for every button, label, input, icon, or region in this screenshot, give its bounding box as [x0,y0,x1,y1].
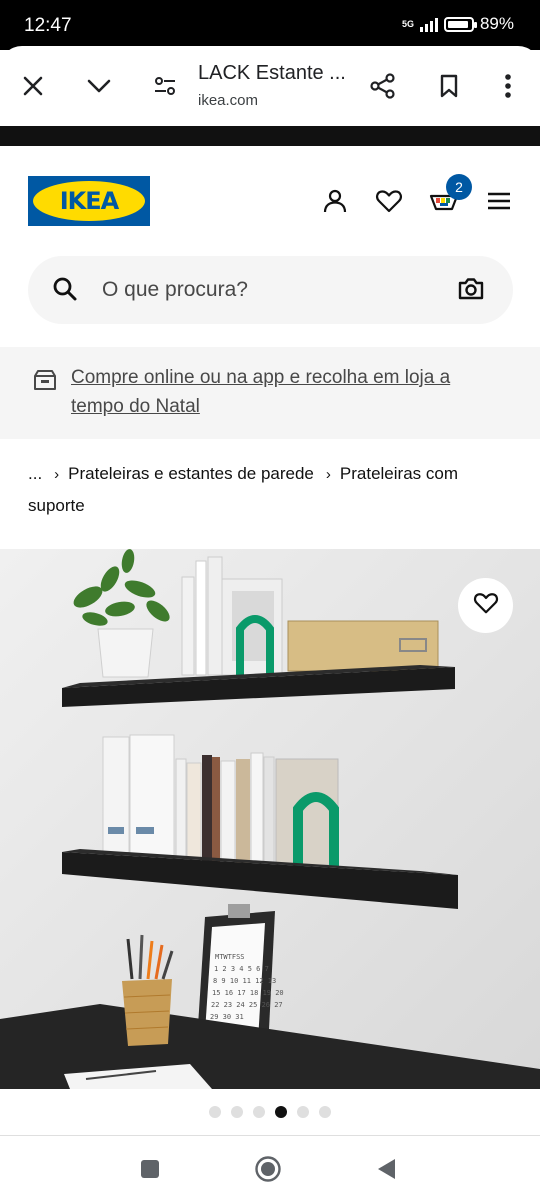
status-bar: 12:47 5G 89% [0,0,540,50]
cart-count-badge[interactable]: 2 [446,174,472,200]
promo-link[interactable]: Compre online ou na app e recolha em loj… [71,363,501,421]
breadcrumb-item-wall-shelves[interactable]: Prateleiras e estantes de parede [68,464,314,483]
page-url[interactable]: ikea.com [198,92,258,109]
logo-text: IKEA [59,187,119,215]
status-time: 12:47 [24,15,72,36]
home-icon[interactable] [253,1154,283,1184]
gallery-dot[interactable] [275,1106,287,1118]
gallery-dot[interactable] [209,1106,221,1118]
browser-toolbar: LACK Estante ... ikea.com [0,46,540,126]
chevron-down-icon[interactable] [83,70,115,102]
promo-banner: Compre online ou na app e recolha em loj… [0,347,540,439]
svg-text:29 30 31: 29 30 31 [210,1013,244,1021]
signal-icon [419,16,438,32]
site-top-band [0,126,540,146]
menu-icon[interactable] [484,186,514,216]
gallery-dot[interactable] [231,1106,243,1118]
battery-icon [443,16,477,32]
product-photo: MTWTFSS 1 2 3 4 5 6 7 8 9 10 11 12 13 15… [0,549,540,1089]
heart-icon[interactable] [374,186,404,216]
network-type: 5G [401,18,414,29]
heart-icon [473,591,499,620]
person-icon[interactable] [320,186,350,216]
search-placeholder[interactable]: O que procura? [102,278,248,302]
svg-text:15 16 17 18 19 20: 15 16 17 18 19 20 [212,989,284,997]
back-icon[interactable] [371,1154,401,1184]
page-info-icon[interactable] [149,70,181,102]
chevron-right-icon: › [325,466,331,483]
gallery-dot[interactable] [319,1106,331,1118]
bookmark-icon[interactable] [433,70,465,102]
svg-text:1 2 3 4 5 6 7: 1 2 3 4 5 6 7 [214,965,269,973]
svg-text:MTWTFSS: MTWTFSS [215,953,245,961]
page-title[interactable]: LACK Estante ... [198,62,346,85]
product-image[interactable]: MTWTFSS 1 2 3 4 5 6 7 8 9 10 11 12 13 15… [0,549,540,1089]
system-nav-bar [0,1136,540,1200]
svg-text:22 23 24 25 26 27: 22 23 24 25 26 27 [211,1001,283,1009]
favorite-button[interactable] [458,578,513,633]
more-vert-icon[interactable] [492,70,524,102]
gallery-pagination [0,1106,540,1118]
camera-icon[interactable] [457,276,485,307]
battery-percent: 89% [479,14,514,33]
svg-text:8 9 10 11 12 13: 8 9 10 11 12 13 [213,977,276,985]
close-icon[interactable] [17,70,49,102]
ikea-logo[interactable]: IKEA [28,176,150,226]
gallery-dot[interactable] [253,1106,265,1118]
gallery-dot[interactable] [297,1106,309,1118]
breadcrumb-item-ellipsis[interactable]: ... [28,464,42,483]
share-icon[interactable] [367,70,399,102]
chevron-right-icon: › [54,466,60,483]
breadcrumb: ... › Prateleiras e estantes de parede › Pra… [28,458,518,521]
recents-icon[interactable] [135,1154,165,1184]
search-icon[interactable] [52,276,78,307]
search-bar[interactable]: O que procura? [28,256,513,324]
store-icon [32,367,58,398]
